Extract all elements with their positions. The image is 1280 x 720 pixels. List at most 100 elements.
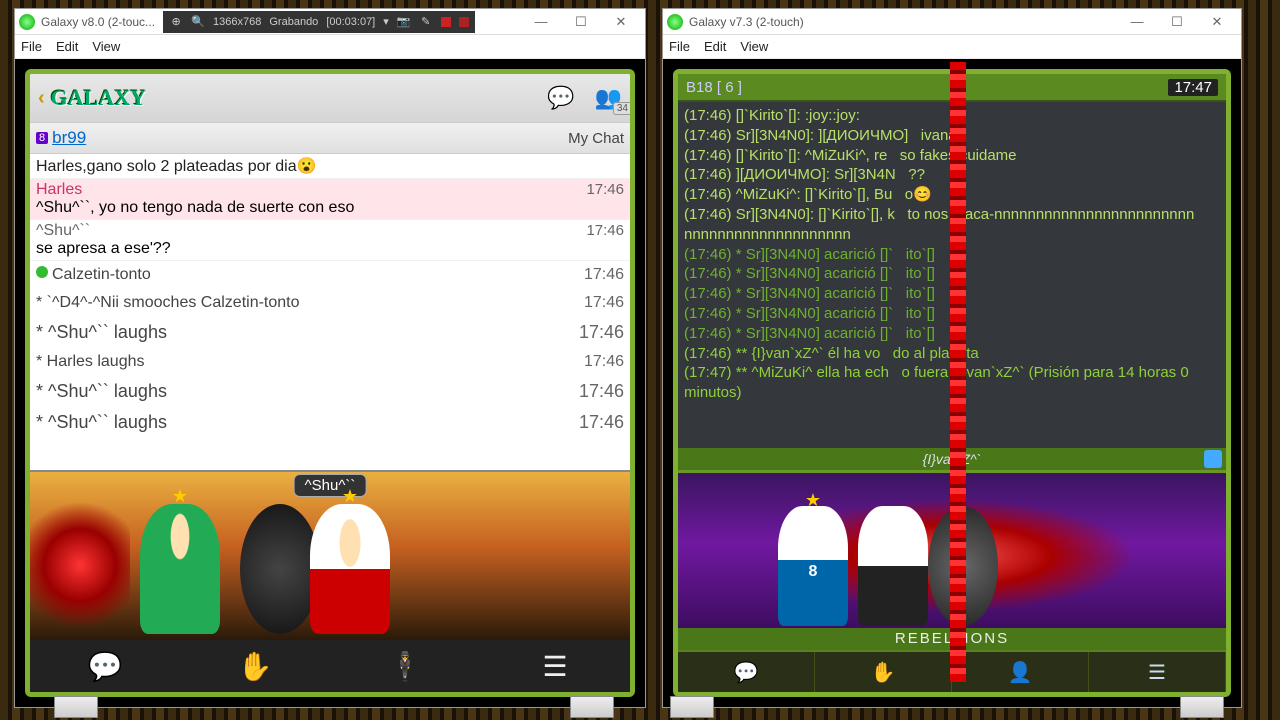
- my-chat-link[interactable]: My Chat: [568, 130, 624, 147]
- menu-edit[interactable]: Edit: [56, 39, 78, 54]
- chat-line: (17:46) []`Kirito`[]: ^MiZuKi^, re so fa…: [684, 146, 1220, 166]
- room-bar: B18 [ 6 ] 17:47: [678, 74, 1226, 102]
- nav-hand-icon[interactable]: ✋: [180, 640, 330, 692]
- app-header: ‹ GALAXY 💬 👥34: [30, 74, 630, 122]
- nav-menu-icon[interactable]: ☰: [1089, 652, 1226, 692]
- camera-icon[interactable]: 📷: [397, 15, 411, 29]
- menu-edit[interactable]: Edit: [704, 39, 726, 54]
- back-icon[interactable]: ‹: [38, 87, 45, 110]
- taskbar-item[interactable]: [1180, 696, 1224, 718]
- room-name[interactable]: B18 [ 6 ]: [686, 79, 742, 96]
- app-inner-right: B18 [ 6 ] 17:47 (17:46) []`Kirito`[]: :j…: [673, 69, 1231, 697]
- globe-icon[interactable]: [1204, 450, 1222, 468]
- window-galaxy-v8: Galaxy v8.0 (2-touc... ⊕ 🔍 1366x768 Grab…: [14, 8, 646, 708]
- room-clock: 17:47: [1168, 79, 1218, 96]
- chat-action: * ^Shu^`` laughs17:46: [30, 376, 630, 407]
- room-bar: 8 br99 My Chat: [30, 122, 630, 154]
- menu-view[interactable]: View: [92, 39, 120, 54]
- chat-line: (17:46) * Sr][3N4N0] acarició []` ito`[]: [684, 324, 1220, 344]
- avatar[interactable]: ★: [310, 504, 390, 634]
- stage-label-bottom: REBELLIONS: [678, 628, 1226, 650]
- pencil-icon[interactable]: ✎: [419, 15, 433, 29]
- chat-line: (17:46) []`Kirito`[]: :joy::joy:: [684, 106, 1220, 126]
- titlebar-left[interactable]: Galaxy v8.0 (2-touc... ⊕ 🔍 1366x768 Grab…: [15, 9, 645, 35]
- minimize-button[interactable]: —: [521, 11, 561, 33]
- app-frame-right: B18 [ 6 ] 17:47 (17:46) []`Kirito`[]: :j…: [663, 59, 1241, 707]
- taskbar-item[interactable]: [670, 696, 714, 718]
- avatar[interactable]: [858, 506, 928, 626]
- star-icon: ★: [342, 486, 358, 507]
- app-icon: [19, 14, 35, 30]
- avatar[interactable]: ★8: [778, 506, 848, 626]
- chat-pane-left[interactable]: Harles,gano solo 2 plateadas por dia😮 17…: [30, 154, 630, 470]
- titlebar-right[interactable]: Galaxy v7.3 (2-touch) — ☐ ✕: [663, 9, 1241, 35]
- rec-time: [00:03:07]: [326, 16, 375, 28]
- chat-message: 17:46 Harles ^Shu^``, yo no tengo nada d…: [30, 179, 630, 220]
- chat-line: (17:47) ** ^MiZuKi^ ella ha ech o fuera …: [684, 363, 1220, 403]
- chat-line: (17:46) * Sr][3N4N0] acarició []` ito`[]: [684, 284, 1220, 304]
- chat-presence: Calzetin-tonto 17:46: [30, 261, 630, 289]
- window-title: Galaxy v7.3 (2-touch): [689, 15, 804, 29]
- chat-action: * `^D4^-^Nii smooches Calzetin-tonto17:4…: [30, 289, 630, 317]
- chat-action: * ^Shu^`` laughs17:46: [30, 407, 630, 438]
- people-count-badge: 34: [613, 102, 632, 115]
- chat-line: (17:46) ^MiZuKi^: []`Kirito`[], Bu o😊: [684, 185, 1220, 205]
- bottom-nav: 💬 ✋ 🕴 ☰: [30, 640, 630, 692]
- window-galaxy-v73: Galaxy v7.3 (2-touch) — ☐ ✕ File Edit Vi…: [662, 8, 1242, 708]
- app-inner-left: ‹ GALAXY 💬 👥34 8 br99 My Chat Harles,gan…: [25, 69, 635, 697]
- chat-action: * ^Shu^`` laughs17:46: [30, 317, 630, 348]
- bottom-nav: 💬 ✋ 👤 ☰: [678, 650, 1226, 692]
- galaxy-logo: GALAXY: [51, 85, 146, 111]
- avatar[interactable]: [928, 506, 998, 626]
- nav-person-icon[interactable]: 👤: [952, 652, 1089, 692]
- avatar-stage[interactable]: ★8 REBELLIONS: [678, 470, 1226, 650]
- nav-menu-icon[interactable]: ☰: [480, 640, 630, 692]
- star-icon: ★: [172, 486, 188, 507]
- record-button[interactable]: [441, 17, 451, 27]
- rec-resolution: 1366x768: [213, 16, 261, 28]
- people-icon[interactable]: 👥34: [595, 85, 622, 111]
- chat-line: (17:46) * Sr][3N4N0] acarició []` ito`[]: [684, 304, 1220, 324]
- chat-action: * Harles laughs17:46: [30, 348, 630, 376]
- app-icon: [667, 14, 683, 30]
- stage-label-top: {I}va xZ^`: [678, 448, 1226, 470]
- chat-line: (17:46) Sr][3N4N0]: []`Kirito`[], k to n…: [684, 205, 1220, 245]
- menu-file[interactable]: File: [21, 39, 42, 54]
- nav-chat-icon[interactable]: 💬: [678, 652, 815, 692]
- chat-line: (17:46) ][ДИОИЧМО]: Sr][3N4N ??: [684, 165, 1220, 185]
- room-name-link[interactable]: br99: [52, 128, 86, 148]
- recording-toolbar: ⊕ 🔍 1366x768 Grabando [00:03:07] ▾ 📷 ✎: [163, 11, 475, 33]
- window-title: Galaxy v8.0 (2-touc...: [41, 15, 155, 29]
- maximize-button[interactable]: ☐: [1157, 11, 1197, 33]
- magnify-icon[interactable]: 🔍: [191, 15, 205, 29]
- avatar-stage[interactable]: ^Shu^`` ★ ★: [30, 470, 630, 640]
- chat-pane-right[interactable]: (17:46) []`Kirito`[]: :joy::joy: (17:46)…: [678, 102, 1226, 470]
- dropdown-icon[interactable]: ▾: [383, 15, 389, 28]
- close-button[interactable]: ✕: [1197, 11, 1237, 33]
- taskbar-item[interactable]: [570, 696, 614, 718]
- online-icon: [36, 266, 48, 278]
- chat-line: (17:46) ** {I}van`xZ^` él ha vo do al pl…: [684, 344, 1220, 364]
- menu-view[interactable]: View: [740, 39, 768, 54]
- chat-line: (17:46) * Sr][3N4N0] acarició []` ito`[]: [684, 245, 1220, 265]
- maximize-button[interactable]: ☐: [561, 11, 601, 33]
- crosshair-icon[interactable]: ⊕: [169, 15, 183, 29]
- menu-file[interactable]: File: [669, 39, 690, 54]
- stop-button[interactable]: [459, 17, 469, 27]
- chat-line: (17:46) * Sr][3N4N0] acarició []` ito`[]: [684, 264, 1220, 284]
- avatar-number: 8: [809, 563, 818, 581]
- nav-chat-icon[interactable]: 💬: [30, 640, 180, 692]
- room-badge: 8: [36, 132, 48, 144]
- nav-hand-icon[interactable]: ✋: [815, 652, 952, 692]
- taskbar-item[interactable]: [54, 696, 98, 718]
- close-button[interactable]: ✕: [601, 11, 641, 33]
- avatar[interactable]: [240, 504, 320, 634]
- menubar-right: File Edit View: [663, 35, 1241, 59]
- minimize-button[interactable]: —: [1117, 11, 1157, 33]
- menubar-left: File Edit View: [15, 35, 645, 59]
- chat-bubble-icon[interactable]: 💬: [547, 85, 574, 111]
- nav-person-icon[interactable]: 🕴: [330, 640, 480, 692]
- effect-glow: [30, 490, 130, 640]
- star-icon: ★: [805, 490, 821, 511]
- avatar[interactable]: ★: [140, 504, 220, 634]
